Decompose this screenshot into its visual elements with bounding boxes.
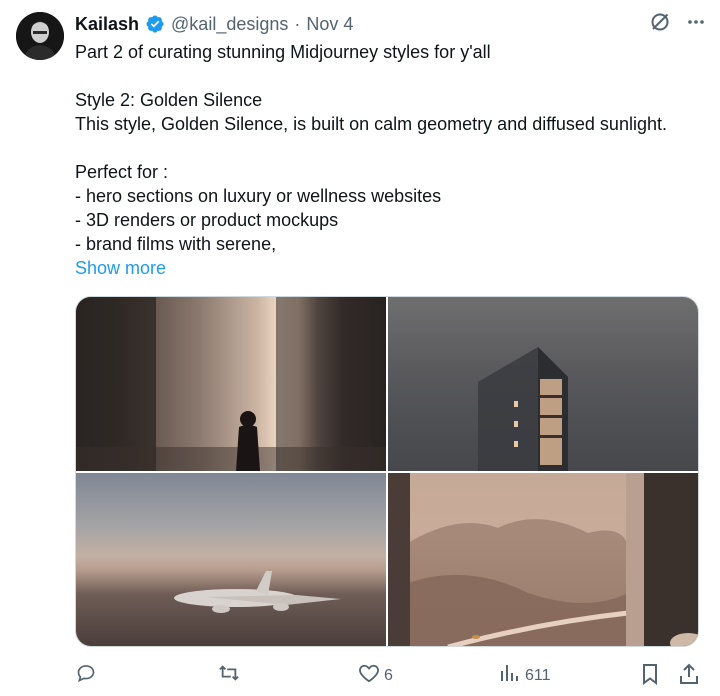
media-image-silhouette[interactable] <box>76 297 386 471</box>
author-name[interactable]: Kailash <box>75 14 139 35</box>
more-icon[interactable] <box>686 12 706 32</box>
tweet-header: Kailash @kail_designs · Nov 4 <box>75 11 353 37</box>
like-count: 6 <box>384 666 393 684</box>
verified-badge-icon <box>145 14 165 34</box>
grok-icon[interactable] <box>650 12 670 32</box>
author-handle[interactable]: @kail_designs <box>171 14 288 35</box>
tweet-line <box>75 136 705 160</box>
views-count: 611 <box>525 666 551 684</box>
tweet-line: Style 2: Golden Silence <box>75 90 263 110</box>
separator-dot: · <box>294 13 301 34</box>
reply-icon <box>76 663 96 688</box>
retweet-icon <box>218 663 240 688</box>
show-more-link[interactable]: Show more <box>75 256 166 280</box>
bookmark-button[interactable] <box>640 663 660 690</box>
retweet-button[interactable] <box>218 663 246 688</box>
bookmark-icon <box>640 664 660 689</box>
tweet-line: - 3D renders or product mockups <box>75 210 339 230</box>
views-button[interactable]: 611 <box>499 663 551 688</box>
share-button[interactable] <box>678 663 700 690</box>
tweet-line: Perfect for : <box>75 162 169 182</box>
like-icon <box>358 663 380 688</box>
tweet[interactable]: Kailash @kail_designs · Nov 4 Part 2 of … <box>0 0 720 696</box>
tweet-line: This style, Golden Silence, is built on … <box>75 114 667 134</box>
media-image-building[interactable] <box>388 297 698 471</box>
media-image-valley[interactable] <box>388 472 698 646</box>
reply-button[interactable] <box>76 663 102 688</box>
views-icon <box>499 663 519 688</box>
tweet-date[interactable]: Nov 4 <box>306 14 353 35</box>
tweet-line: - brand films with serene, <box>75 234 277 254</box>
tweet-text: Part 2 of curating stunning Midjourney s… <box>75 40 705 280</box>
tweet-top-actions <box>650 12 706 32</box>
like-button[interactable]: 6 <box>358 663 393 688</box>
media-grid <box>75 296 699 647</box>
tweet-line <box>75 64 705 88</box>
avatar[interactable] <box>16 12 64 60</box>
share-icon <box>678 663 700 689</box>
tweet-line: - hero sections on luxury or wellness we… <box>75 186 442 206</box>
tweet-line: Part 2 of curating stunning Midjourney s… <box>75 42 491 62</box>
media-image-airplane[interactable] <box>76 472 386 646</box>
